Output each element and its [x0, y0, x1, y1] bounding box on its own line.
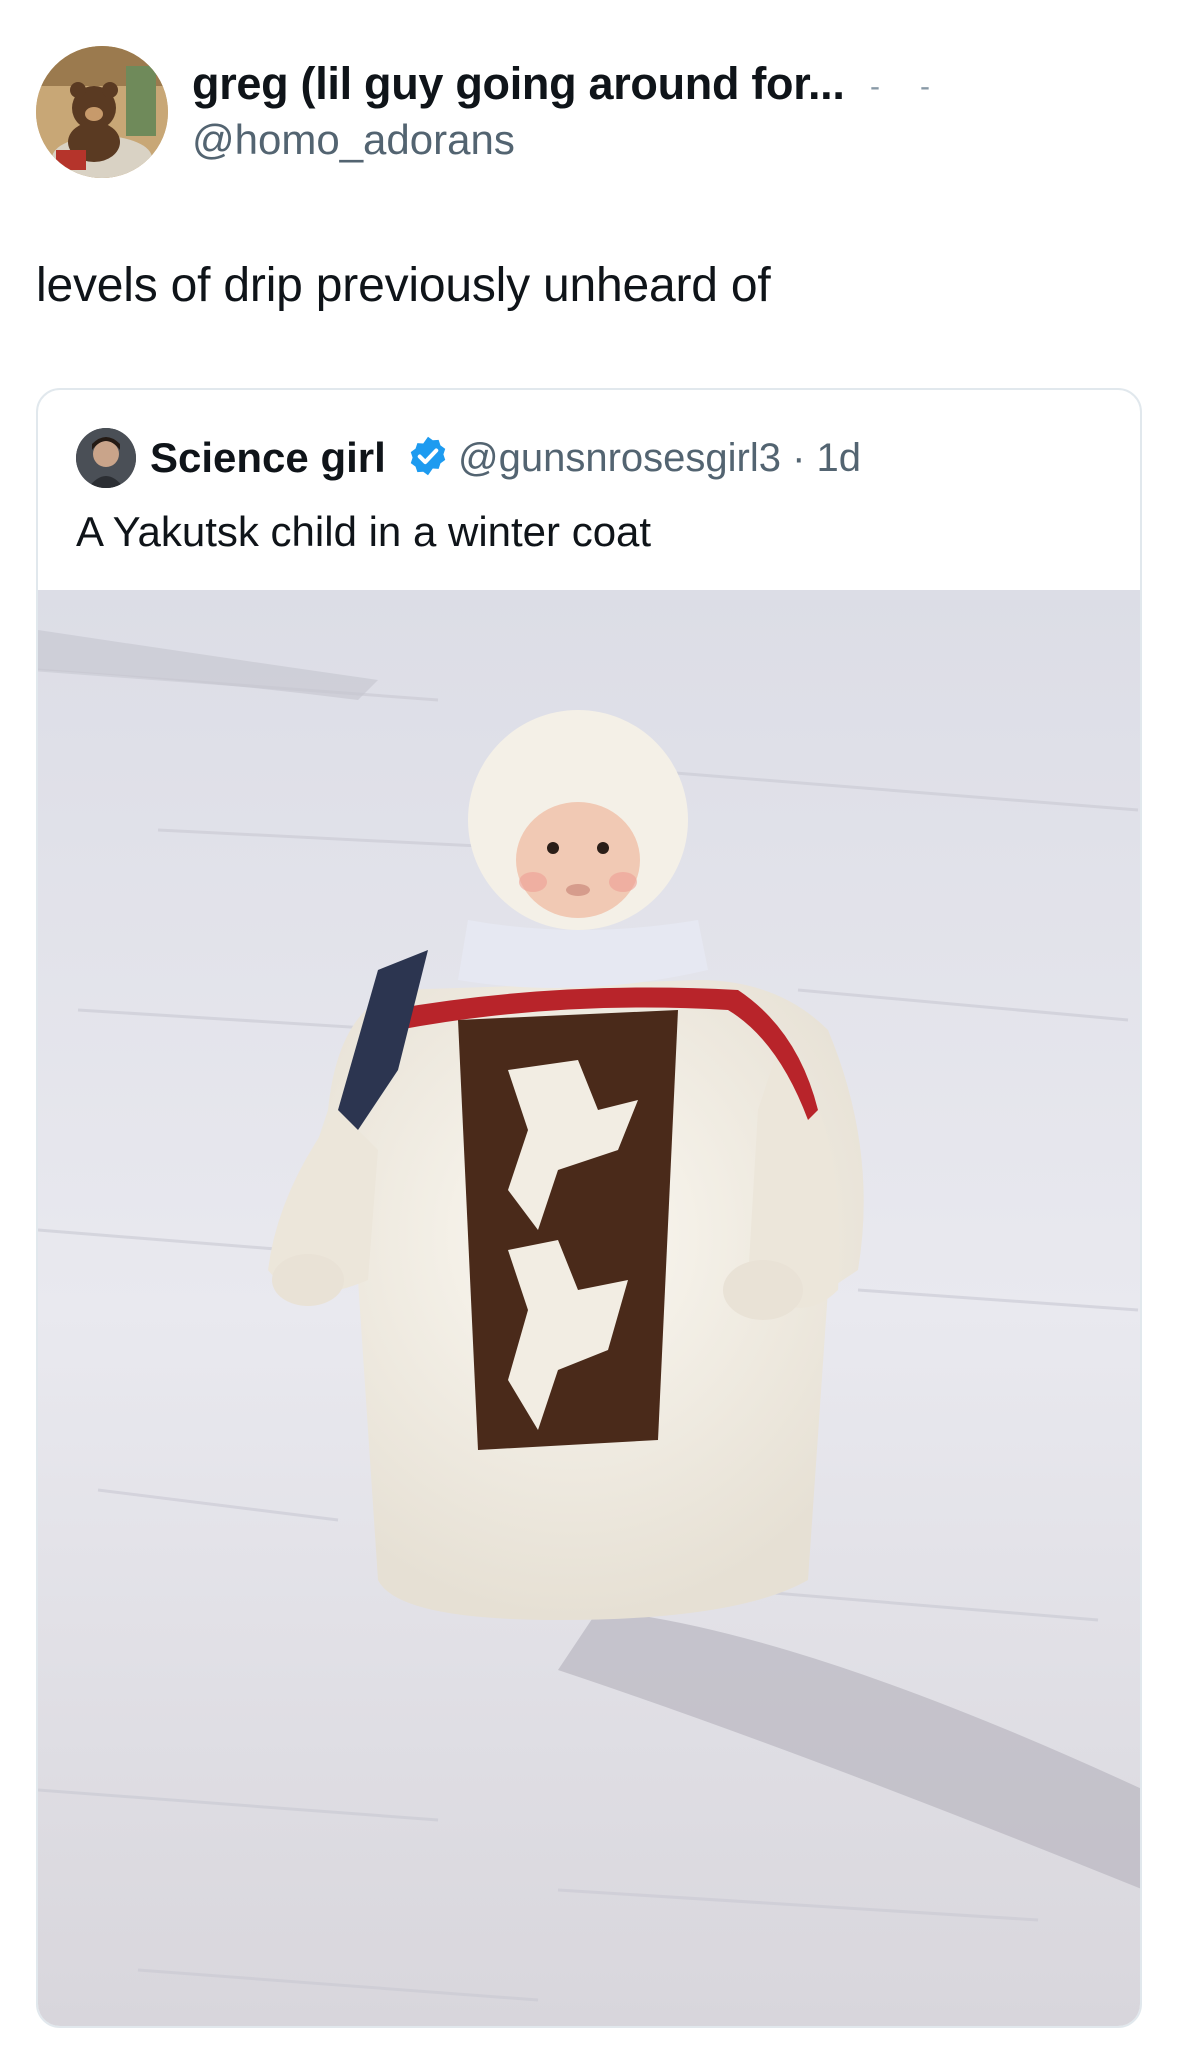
- verified-badge-icon: [410, 436, 446, 476]
- quoted-tweet-text: A Yakutsk child in a winter coat: [76, 508, 652, 555]
- person-avatar-icon[interactable]: [76, 428, 136, 488]
- tweet-header: greg (lil guy going around for... @homo_…: [0, 0, 1179, 312]
- bear-avatar-icon[interactable]: [36, 46, 168, 178]
- more-options-icon[interactable]: --: [870, 70, 970, 104]
- quoted-tweet-card[interactable]: Science girl @gunsnrosesgirl3 · 1d A Yak…: [36, 388, 1142, 2028]
- tweet-text: levels of drip previously unheard of: [36, 259, 771, 312]
- quoted-author-name[interactable]: Science girl: [150, 434, 386, 482]
- quoted-author-handle-time[interactable]: @gunsnrosesgirl3 · 1d: [458, 436, 861, 481]
- quoted-tweet-photo[interactable]: [38, 590, 1142, 2028]
- author-display-name[interactable]: greg (lil guy going around for...: [192, 58, 845, 110]
- author-handle[interactable]: @homo_adorans: [192, 116, 515, 164]
